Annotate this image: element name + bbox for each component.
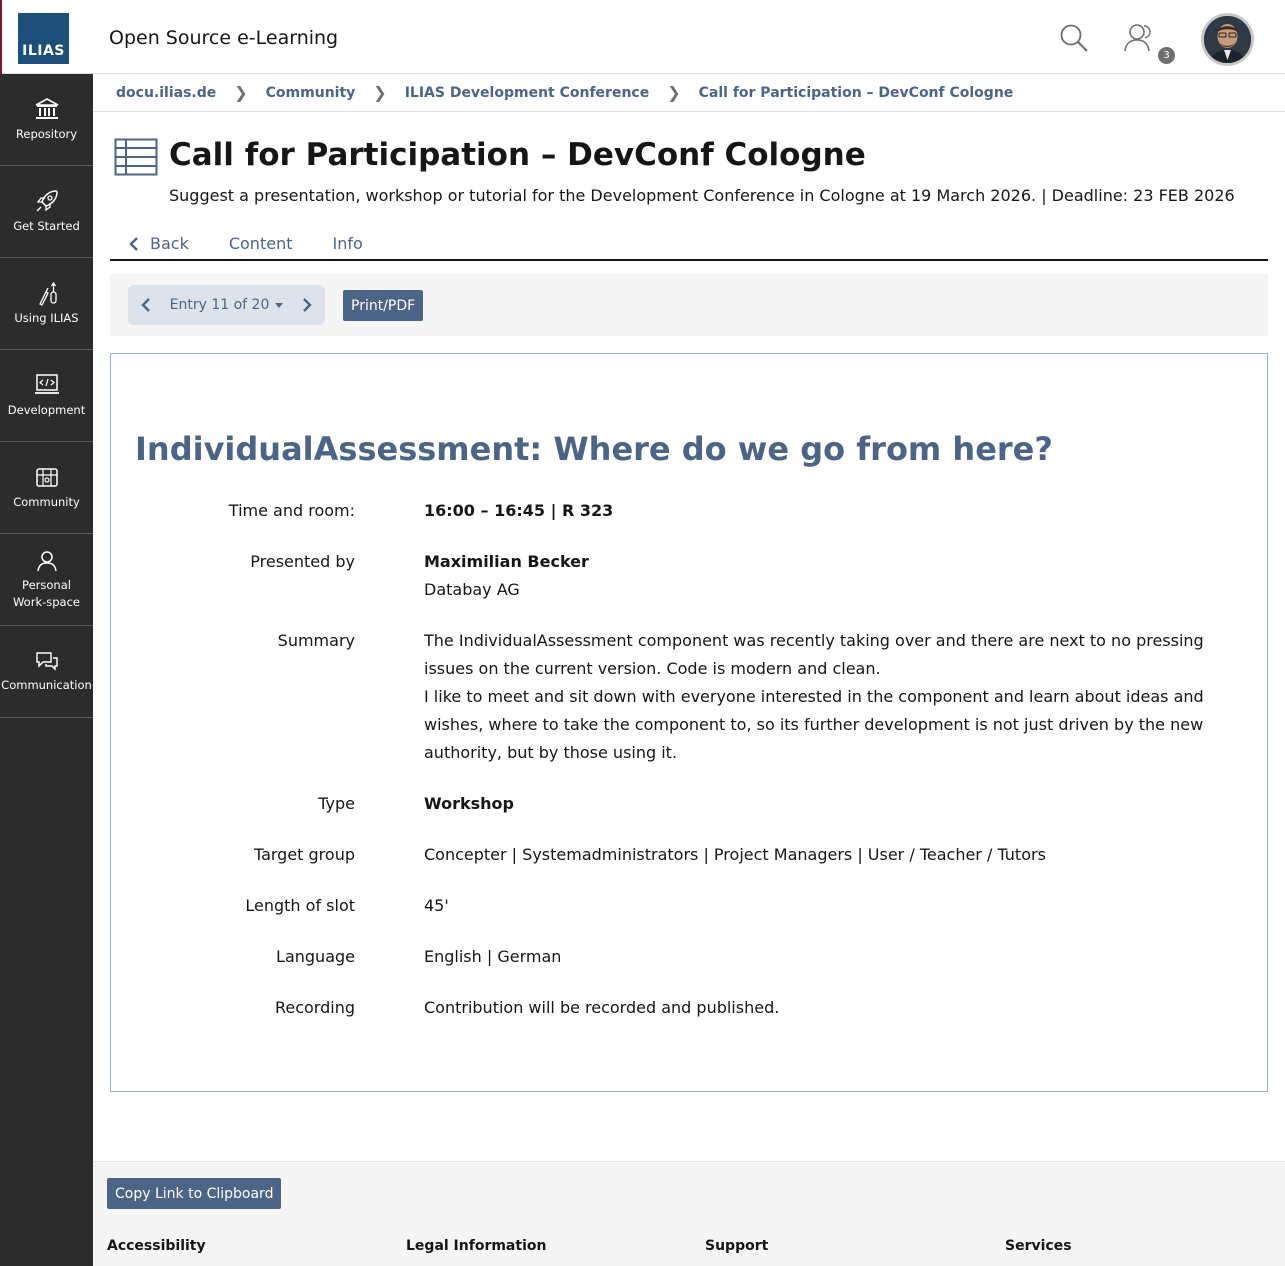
chevron-right-icon xyxy=(303,298,312,312)
field-value: The IndividualAssessment component was r… xyxy=(424,627,1229,767)
field-label: Language xyxy=(276,947,355,966)
sidebar-item-using-ilias[interactable]: Using ILIAS xyxy=(0,258,93,350)
tools-icon xyxy=(38,281,57,306)
field-label: Time and room: xyxy=(228,501,355,520)
field-value: 16:00 – 16:45 | R 323 xyxy=(424,501,614,520)
field-label: Length of slot xyxy=(245,896,355,915)
top-bar: ILIAS Open Source e-Learning 3 xyxy=(0,0,1285,74)
footer-link-legal[interactable]: Legal Information xyxy=(406,1238,546,1254)
user-photo-icon xyxy=(1204,16,1251,63)
presenter-name: Maximilian Becker xyxy=(424,552,589,571)
logo-text: ILIAS xyxy=(22,43,65,59)
presenter-organization: Databay AG xyxy=(424,580,520,599)
code-laptop-icon xyxy=(34,374,59,394)
field-value: Workshop xyxy=(424,794,514,813)
map-icon xyxy=(35,468,58,487)
copy-link-button[interactable]: Copy Link to Clipboard xyxy=(107,1178,282,1209)
page-title: Call for Participation – DevConf Cologne xyxy=(169,137,866,173)
tab-bar: Back Content Info xyxy=(110,228,1268,261)
tab-info[interactable]: Info xyxy=(312,234,382,253)
breadcrumb: docu.ilias.de ❯ Community ❯ ILIAS Develo… xyxy=(93,74,1285,112)
sidebar-item-label: Using ILIAS xyxy=(14,311,79,325)
avatar[interactable] xyxy=(1201,13,1254,66)
sidebar-item-label: Personal Work-space xyxy=(12,577,80,609)
sidebar-item-community[interactable]: Community xyxy=(0,442,93,534)
field-label: Type xyxy=(318,794,355,813)
field-value: 45' xyxy=(424,896,449,915)
user-notifications-button[interactable] xyxy=(1118,18,1158,58)
back-link[interactable]: Back xyxy=(110,234,209,253)
field-value: English | German xyxy=(424,947,562,966)
sidebar-item-label: Get Started xyxy=(13,219,80,233)
breadcrumb-item-home[interactable]: docu.ilias.de xyxy=(116,85,216,101)
entry-select-dropdown[interactable]: Entry 11 of 20 xyxy=(164,297,289,313)
footer-link-services[interactable]: Services xyxy=(1005,1238,1072,1254)
sidebar-item-personal-workspace[interactable]: Personal Work-space xyxy=(0,534,93,626)
sidebar-item-label: Repository xyxy=(15,127,78,141)
caret-down-icon xyxy=(275,302,284,308)
person-icon xyxy=(36,550,57,571)
sidebar-item-communication[interactable]: Communication xyxy=(0,626,93,718)
footer: Copy Link to Clipboard Accessibility Leg… xyxy=(93,1161,1285,1266)
main-sidebar: Repository Get Started Using ILIAS Devel… xyxy=(0,74,93,1266)
chevron-right-icon: ❯ xyxy=(234,83,248,102)
sidebar-item-label: Communication xyxy=(1,678,92,692)
footer-link-support[interactable]: Support xyxy=(705,1238,768,1254)
window-edge xyxy=(0,0,2,74)
entry-navigation: Entry 11 of 20 xyxy=(128,285,325,325)
search-icon xyxy=(1060,24,1088,52)
breadcrumb-item-conference[interactable]: ILIAS Development Conference xyxy=(405,85,650,101)
entry-select-label: Entry 11 of 20 xyxy=(169,297,270,313)
sidebar-item-label: Community xyxy=(13,495,80,509)
users-icon xyxy=(1124,24,1151,52)
chevron-left-icon xyxy=(141,298,150,312)
tab-content[interactable]: Content xyxy=(209,234,313,253)
ilias-logo[interactable]: ILIAS xyxy=(18,13,69,64)
chevron-left-icon xyxy=(129,236,138,251)
footer-link-accessibility[interactable]: Accessibility xyxy=(107,1238,206,1254)
rocket-icon xyxy=(36,190,58,212)
field-label: Summary xyxy=(277,631,355,650)
next-entry-button[interactable] xyxy=(289,285,325,325)
print-pdf-button[interactable]: Print/PDF xyxy=(343,290,424,321)
previous-entry-button[interactable] xyxy=(128,285,164,325)
page-description: Suggest a presentation, workshop or tuto… xyxy=(169,186,1235,205)
sidebar-item-label: Development xyxy=(7,403,86,417)
field-value: Concepter | Systemadministrators | Proje… xyxy=(424,845,1046,864)
notification-badge: 3 xyxy=(1158,47,1175,64)
chevron-right-icon: ❯ xyxy=(373,83,387,102)
field-label: Recording xyxy=(274,998,355,1017)
site-title: Open Source e-Learning xyxy=(109,27,339,49)
entry-panel: IndividualAssessment: Where do we go fro… xyxy=(110,353,1268,1092)
sidebar-item-get-started[interactable]: Get Started xyxy=(0,166,93,258)
bank-icon xyxy=(35,98,58,119)
field-value: Maximilian Becker Databay AG xyxy=(424,548,1229,604)
sidebar-item-development[interactable]: Development xyxy=(0,350,93,442)
data-collection-icon xyxy=(114,138,158,176)
breadcrumb-item-community[interactable]: Community xyxy=(266,85,356,101)
summary-paragraph-1: The IndividualAssessment component was r… xyxy=(424,631,1204,678)
summary-paragraph-2: I like to meet and sit down with everyon… xyxy=(424,687,1204,762)
field-label: Target group xyxy=(253,845,355,864)
search-button[interactable] xyxy=(1054,18,1094,58)
field-value: Contribution will be recorded and publis… xyxy=(424,998,780,1017)
field-label: Presented by xyxy=(250,552,355,571)
entry-title: IndividualAssessment: Where do we go fro… xyxy=(135,430,1053,468)
breadcrumb-item-current[interactable]: Call for Participation – DevConf Cologne xyxy=(699,85,1014,101)
chat-icon xyxy=(35,652,58,671)
back-label: Back xyxy=(150,234,189,253)
toolbar: Entry 11 of 20 Print/PDF xyxy=(110,274,1268,336)
sidebar-item-repository[interactable]: Repository xyxy=(0,74,93,166)
chevron-right-icon: ❯ xyxy=(667,83,681,102)
